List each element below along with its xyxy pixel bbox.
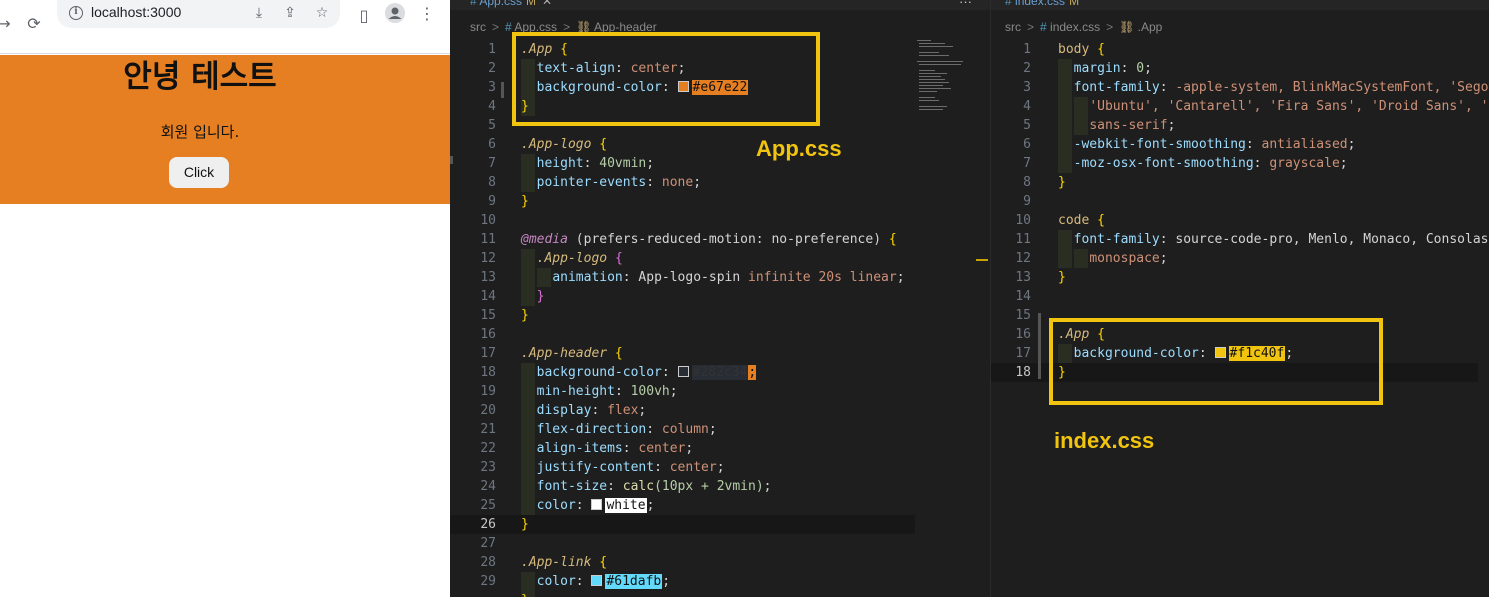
tab-index-css[interactable]: # index.css M — [1005, 0, 1079, 10]
modified-badge: M — [1069, 0, 1080, 8]
modified-badge: M — [526, 0, 537, 8]
url-text[interactable]: localhost:3000 — [91, 4, 181, 20]
editor-index-css: # index.css M src > # index.css > ⛓ .App 1 bod… — [990, 0, 1489, 597]
share-icon[interactable]: ⇪ — [280, 3, 300, 23]
breadcrumb-item[interactable]: src — [1005, 20, 1021, 34]
member-text: 회원 입니다. — [160, 123, 240, 141]
tab-label: index.css — [1015, 0, 1066, 8]
browser-window: → ⟳ i localhost:3000 ⤓ ⇪ ☆ ▯ ⋮ 안녕 테스트 회원… — [0, 0, 450, 597]
gutter-change-mark — [501, 82, 504, 98]
forward-icon[interactable]: → — [0, 12, 16, 36]
breadcrumb-item[interactable]: index.css — [1050, 20, 1100, 34]
tab-label: App.css — [479, 0, 523, 8]
minimap[interactable] — [915, 40, 975, 120]
tab-app-css[interactable]: # App.css M ✕ — [470, 0, 552, 10]
gutter-change-mark — [450, 156, 453, 164]
gutter-change-mark — [1038, 313, 1041, 379]
app-header: 안녕 테스트 회원 입니다. Click — [0, 55, 450, 204]
page-title: 안녕 테스트 — [123, 59, 277, 95]
annotation-box — [1049, 318, 1383, 405]
tab-bar: # App.css M ✕ ··· — [450, 0, 990, 10]
color-swatch[interactable] — [591, 499, 603, 510]
annotation-label: index.css — [1054, 428, 1155, 453]
color-swatch[interactable] — [677, 366, 689, 377]
profile-avatar-icon[interactable] — [383, 2, 407, 26]
close-icon[interactable]: ✕ — [542, 0, 552, 8]
breadcrumb: src > # index.css > ⛓ .App — [1005, 20, 1163, 34]
reload-icon[interactable]: ⟳ — [22, 12, 46, 36]
editor-app-css: # App.css M ✕ ··· src > # App.css > ⛓ App-head… — [450, 0, 990, 597]
side-panel-icon[interactable]: ▯ — [352, 4, 376, 28]
bookmark-star-icon[interactable]: ☆ — [312, 3, 332, 23]
annotation-box — [512, 32, 820, 126]
annotation-label: App.css — [756, 136, 842, 161]
breadcrumb-item[interactable]: src — [470, 20, 486, 34]
address-bar[interactable]: i localhost:3000 ⤓ ⇪ ☆ — [57, 0, 340, 28]
overview-ruler-mark — [976, 259, 988, 261]
color-swatch[interactable] — [591, 575, 603, 586]
install-icon[interactable]: ⤓ — [249, 3, 269, 23]
breadcrumb-item[interactable]: .App — [1138, 20, 1163, 34]
click-button[interactable]: Click — [169, 157, 229, 188]
browser-toolbar: → ⟳ i localhost:3000 ⤓ ⇪ ☆ ▯ ⋮ — [0, 0, 450, 54]
site-info-icon[interactable]: i — [69, 6, 83, 20]
more-actions-icon[interactable]: ··· — [959, 0, 972, 9]
tab-bar: # index.css M — [991, 0, 1489, 10]
menu-kebab-icon[interactable]: ⋮ — [415, 2, 439, 26]
